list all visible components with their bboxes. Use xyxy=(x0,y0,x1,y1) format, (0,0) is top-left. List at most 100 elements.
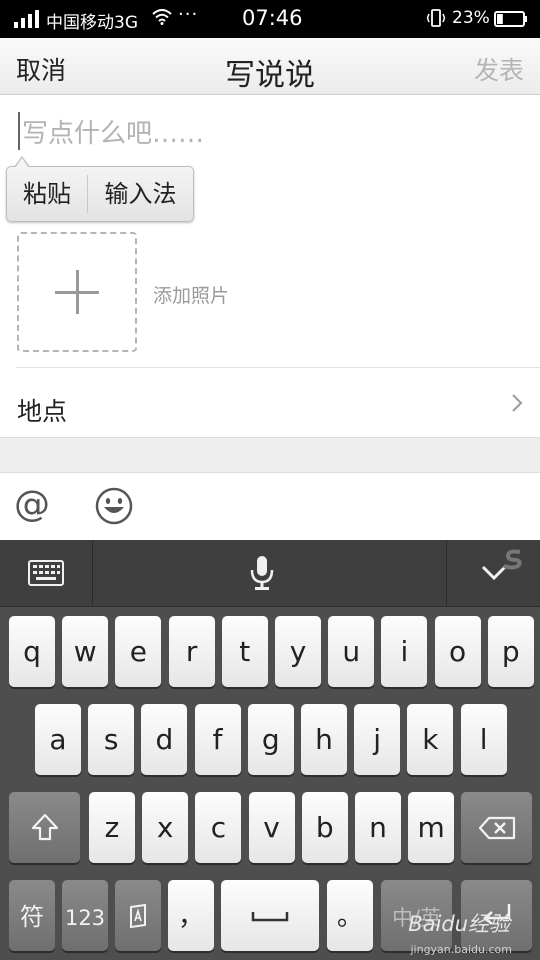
key-w-label: w xyxy=(73,635,97,668)
key-x[interactable]: x xyxy=(142,792,189,863)
key-v[interactable]: v xyxy=(248,792,295,863)
key-b[interactable]: b xyxy=(301,792,348,863)
key-n[interactable]: n xyxy=(355,792,401,863)
key-k[interactable]: k xyxy=(407,704,454,775)
key-t-label: t xyxy=(239,635,251,668)
backspace-icon xyxy=(478,816,516,840)
numbers-key[interactable]: 123 xyxy=(62,880,108,951)
microphone-icon[interactable] xyxy=(249,555,275,591)
keyboard-icon[interactable] xyxy=(28,560,64,586)
key-r[interactable]: r xyxy=(168,616,215,687)
post-input[interactable]: 写点什么吧…… xyxy=(22,113,204,150)
keyboard-toolbar xyxy=(0,540,540,607)
key-u[interactable]: u xyxy=(328,616,375,687)
comma-key[interactable]: ， xyxy=(168,880,214,951)
key-t[interactable]: t xyxy=(221,616,268,687)
key-o-label: o xyxy=(449,635,467,668)
symbols-key[interactable]: 符 xyxy=(9,880,55,951)
wifi-icon xyxy=(152,9,172,25)
key-j[interactable]: j xyxy=(354,704,401,775)
battery-percent: 23% xyxy=(452,8,490,28)
input-method-button[interactable]: 输入法 xyxy=(88,167,193,221)
add-photo-button[interactable] xyxy=(17,232,137,352)
numbers-key-label: 123 xyxy=(64,906,106,930)
key-p-label: p xyxy=(501,635,520,668)
key-q[interactable]: q xyxy=(9,616,55,687)
key-i[interactable]: i xyxy=(381,616,428,687)
key-z-label: z xyxy=(104,811,120,844)
location-row[interactable]: 地点 xyxy=(17,392,67,428)
key-b-label: b xyxy=(315,811,334,844)
key-o[interactable]: o xyxy=(434,616,481,687)
comma-key-label: ， xyxy=(177,902,204,932)
key-k-label: k xyxy=(422,723,439,756)
key-e[interactable]: e xyxy=(115,616,162,687)
carrier-label: 中国移动3G xyxy=(46,13,138,33)
key-f[interactable]: f xyxy=(194,704,241,775)
key-g[interactable]: g xyxy=(247,704,294,775)
backspace-key[interactable] xyxy=(461,792,532,863)
key-s[interactable]: s xyxy=(88,704,135,775)
page-title: 写说说 xyxy=(225,58,315,93)
key-r-label: r xyxy=(185,635,198,668)
key-e-label: e xyxy=(129,635,147,668)
key-c[interactable]: c xyxy=(195,792,242,863)
section-separator xyxy=(0,437,540,473)
add-photo-label: 添加照片 xyxy=(153,285,230,307)
plus-icon xyxy=(55,270,99,314)
divider xyxy=(16,367,540,368)
key-h-label: h xyxy=(315,723,333,756)
battery-icon xyxy=(494,11,527,27)
key-q-label: q xyxy=(23,635,41,668)
key-a[interactable]: a xyxy=(35,704,81,775)
clock: 07:46 xyxy=(242,6,303,30)
key-l-label: l xyxy=(479,723,488,756)
shift-icon xyxy=(31,813,59,841)
input-language-icon xyxy=(130,904,146,928)
paste-button[interactable]: 粘贴 xyxy=(7,167,87,221)
app-header: 取消 写说说 发表 xyxy=(0,38,540,95)
key-y[interactable]: y xyxy=(275,616,321,687)
key-i-label: i xyxy=(400,635,409,668)
notification-dots: ··· xyxy=(178,4,199,25)
language-key[interactable] xyxy=(115,880,161,951)
key-w[interactable]: w xyxy=(62,616,109,687)
emoji-icon[interactable] xyxy=(95,487,133,525)
chevron-right-icon[interactable] xyxy=(510,392,524,414)
space-key[interactable] xyxy=(221,880,319,951)
key-h[interactable]: h xyxy=(301,704,347,775)
key-p[interactable]: p xyxy=(487,616,534,687)
watermark-url: jingyan.baidu.com xyxy=(410,943,512,956)
key-n-label: n xyxy=(369,811,387,844)
key-x-label: x xyxy=(156,811,174,844)
period-key-label: 。 xyxy=(336,902,363,932)
popup-arrow-inner xyxy=(15,158,29,168)
key-d[interactable]: d xyxy=(141,704,188,775)
key-u-label: u xyxy=(342,635,361,668)
key-y-label: y xyxy=(289,635,307,668)
key-c-label: c xyxy=(210,811,227,844)
context-popup: 粘贴 输入法 xyxy=(6,166,194,222)
toolbar-divider xyxy=(446,540,447,606)
key-a-label: a xyxy=(49,723,67,756)
key-g-label: g xyxy=(261,723,280,756)
status-bar: 中国移动3G ··· 07:46 23% xyxy=(0,0,540,38)
publish-button[interactable]: 发表 xyxy=(474,51,524,87)
text-cursor xyxy=(18,112,20,150)
watermark-logo: Baidu经验 xyxy=(408,912,510,936)
key-z[interactable]: z xyxy=(89,792,135,863)
key-s-label: s xyxy=(103,723,119,756)
soft-keyboard: q w e r t y u i o p a s d f g h j k l z x c v b n m 符 123，。中/英 Baid… xyxy=(0,540,540,960)
space-icon xyxy=(251,912,289,922)
symbols-key-label: 符 xyxy=(20,903,44,931)
key-l[interactable]: l xyxy=(460,704,507,775)
toolbar-divider xyxy=(92,540,93,606)
at-mention-icon[interactable]: @ xyxy=(14,484,50,525)
shift-key[interactable] xyxy=(9,792,80,863)
key-m-label: m xyxy=(417,811,445,844)
key-d-label: d xyxy=(155,723,174,756)
key-m[interactable]: m xyxy=(408,792,455,863)
period-key[interactable]: 。 xyxy=(327,880,373,951)
vibrate-icon xyxy=(426,9,446,27)
key-v-label: v xyxy=(263,811,280,844)
